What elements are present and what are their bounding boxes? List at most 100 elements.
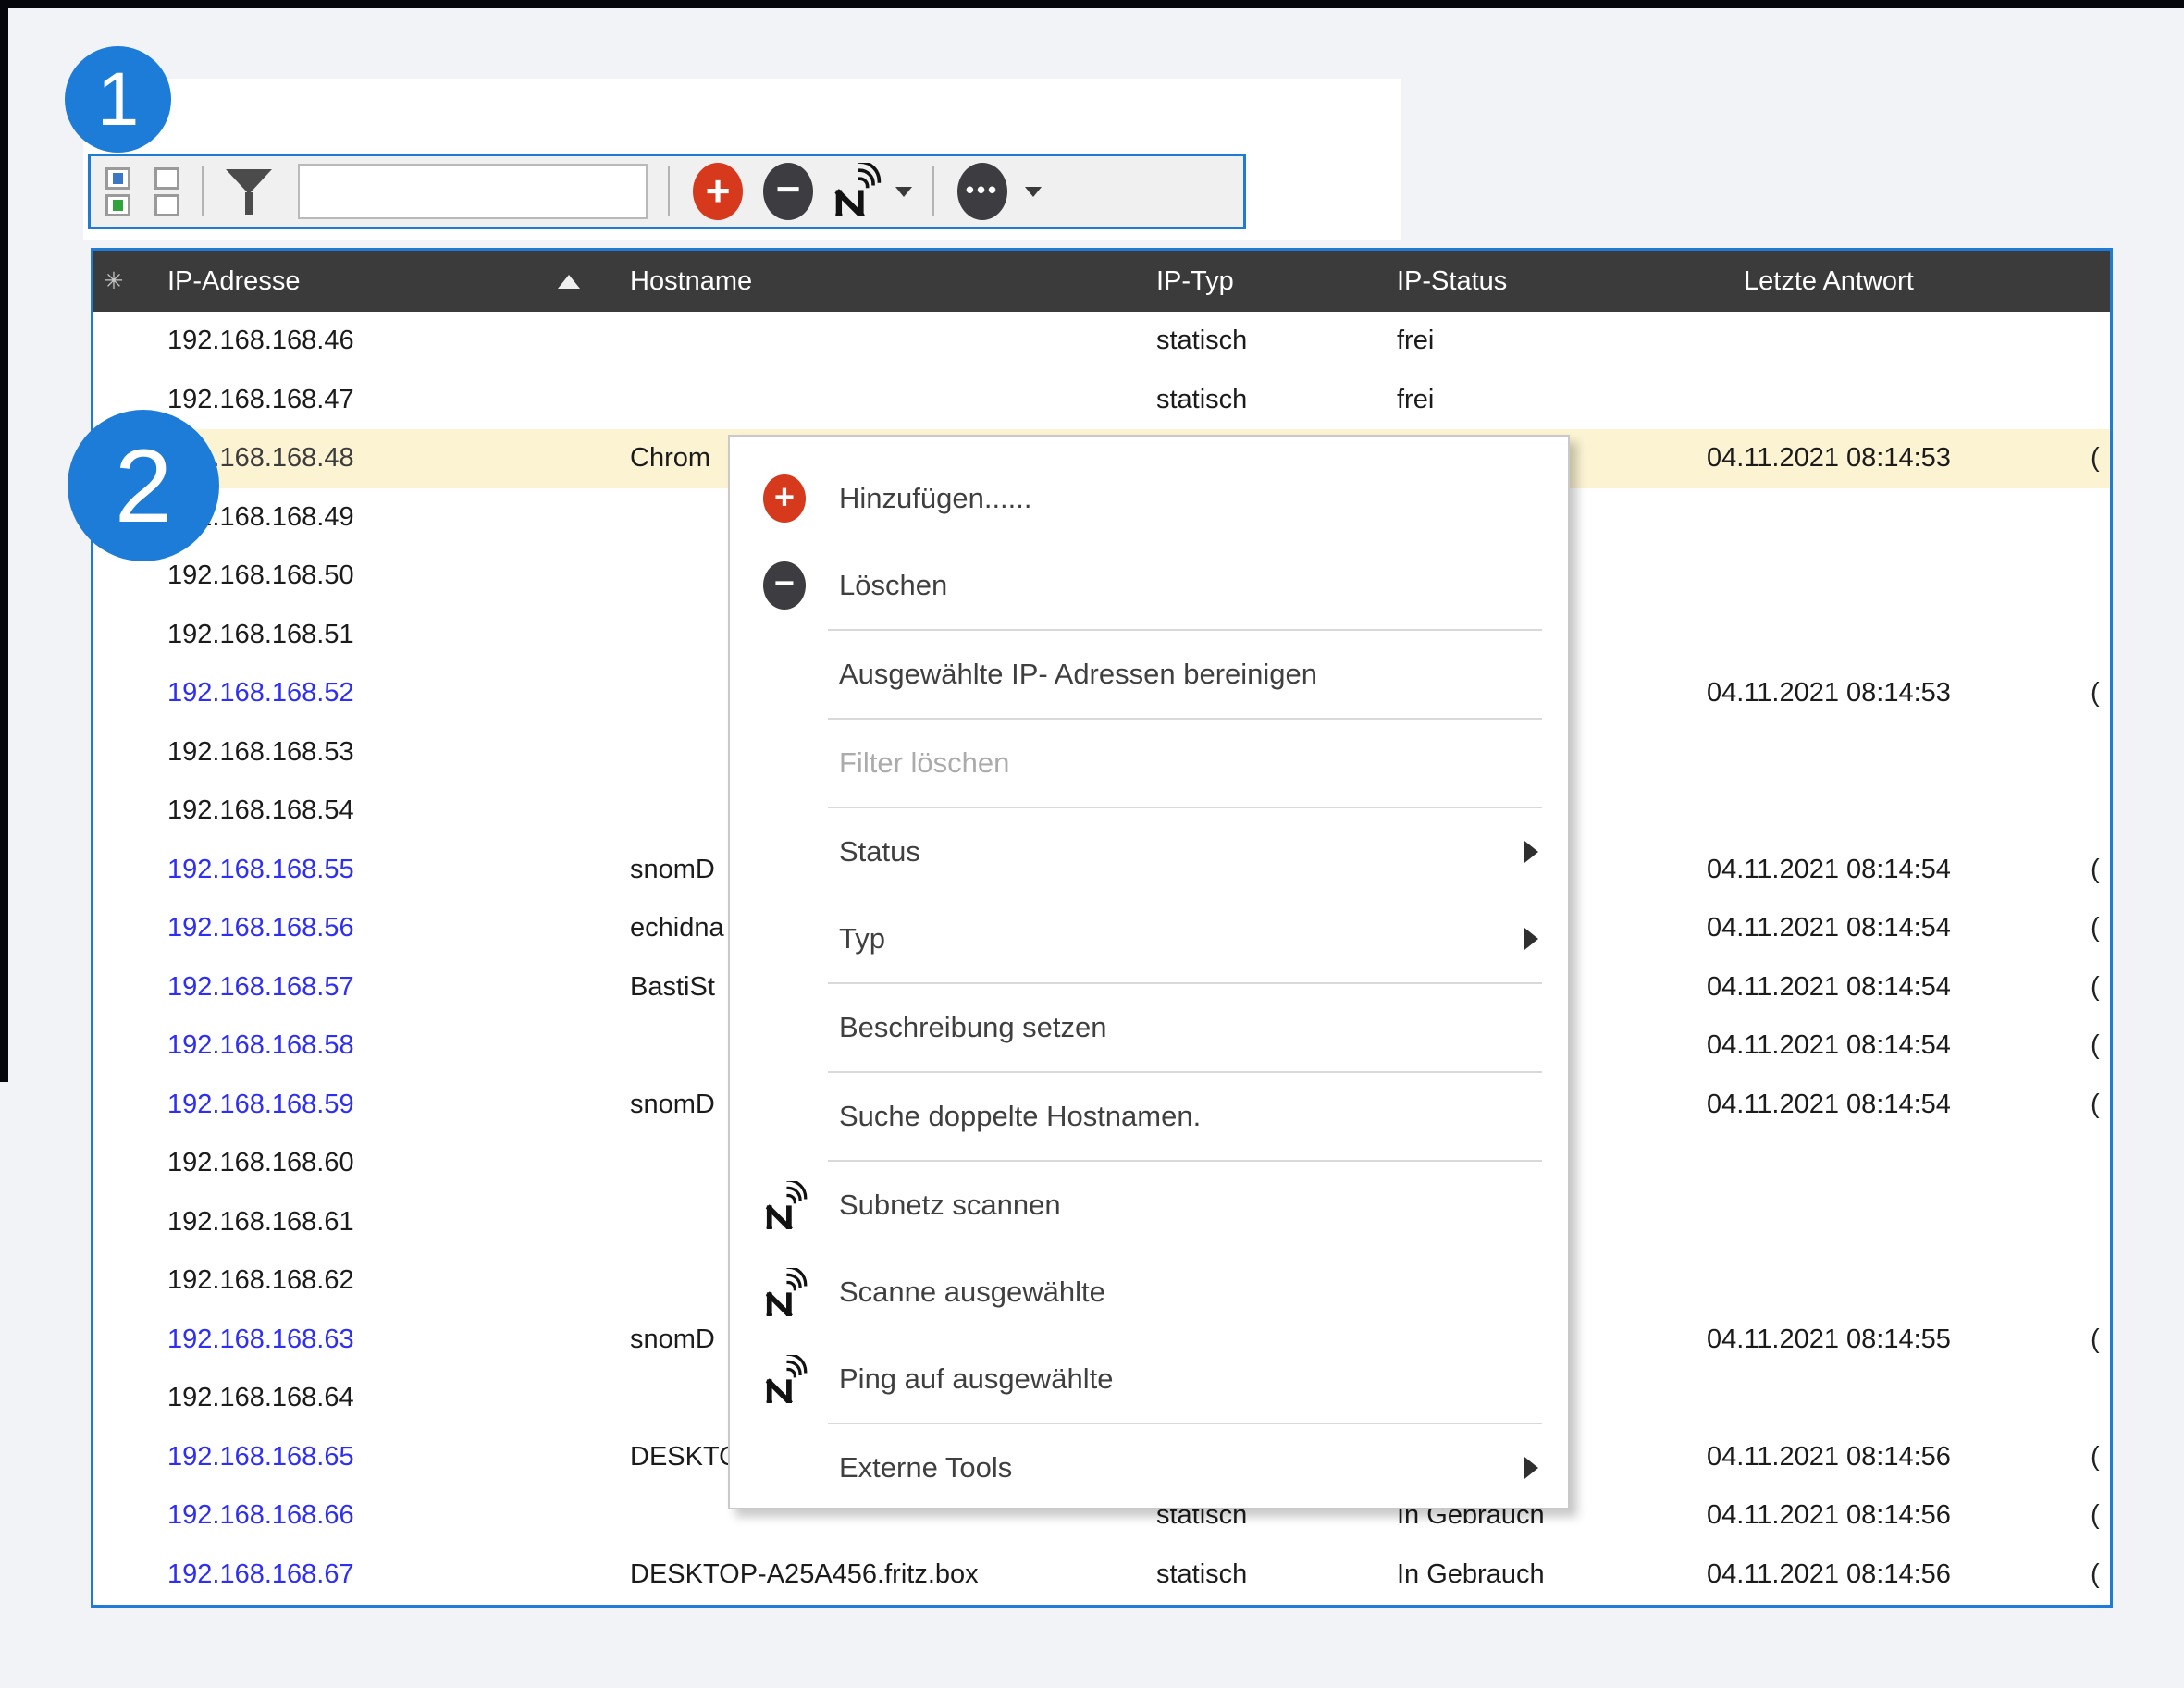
cell-ip-typ: statisch [1119,1559,1360,1590]
scan-dropdown-caret-icon[interactable] [895,187,912,197]
menu-item-externe-tools[interactable]: Externe Tools [730,1424,1568,1511]
menu-item-status[interactable]: Status [730,808,1568,895]
row-gutter [93,1095,134,1114]
callout-badge-1: 1 [65,46,171,153]
menu-item-filter-loeschen: Filter löschen [730,720,1568,807]
minus-icon: − [730,561,839,610]
menu-item-loeschen[interactable]: − Löschen [730,542,1568,629]
cell-ip-adresse: 192.168.168.52 [134,678,597,708]
menu-item-typ[interactable]: Typ [730,895,1568,982]
cell-ip-adresse: 192.168.168.50 [134,561,597,591]
submenu-arrow-icon [1524,928,1538,950]
cell-truncated: ( [2054,972,2110,1003]
row-gutter [93,1213,134,1231]
menu-item-beschreibung-setzen[interactable]: Beschreibung setzen [730,984,1568,1071]
cell-ip-adresse: 192.168.168.47 [134,385,597,415]
cell-letzte-antwort: 04.11.2021 08:14:54 [1665,1090,2054,1120]
menu-item-subnetz-scannen[interactable]: Subnetz scannen [730,1162,1568,1249]
network-scan-icon [730,1355,839,1403]
row-commit-icon[interactable] [105,167,130,216]
cell-ip-adresse: 192.168.168.66 [134,1500,597,1531]
column-header-letzte-antwort[interactable]: Letzte Antwort [1665,266,2054,297]
minus-icon: − [776,167,801,210]
table-header: ✳ IP-Adresse Hostname IP-Typ IP-Status L… [93,251,2110,312]
menu-item-suche-doppelte-hostnamen[interactable]: Suche doppelte Hostnamen. [730,1073,1568,1160]
column-label: IP-Adresse [167,266,300,297]
callout-badge-2: 2 [68,410,219,561]
column-header-ip-typ[interactable]: IP-Typ [1119,266,1360,297]
filter-funnel-icon[interactable] [226,169,272,215]
row-gutter [93,1037,134,1055]
cell-letzte-antwort: 04.11.2021 08:14:54 [1665,972,2054,1003]
filter-input[interactable] [298,164,648,219]
table-row[interactable]: 192.168.168.47 statisch frei [93,371,2110,430]
column-header-ip-status[interactable]: IP-Status [1360,266,1665,297]
cell-letzte-antwort: 04.11.2021 08:14:54 [1665,1030,2054,1061]
cell-truncated: ( [2054,1559,2110,1590]
menu-item-label: Typ [839,922,885,955]
cell-truncated: ( [2054,1030,2110,1061]
column-header-hostname[interactable]: Hostname [597,266,1119,297]
network-scan-icon [730,1181,839,1229]
row-gutter [93,332,134,351]
cell-letzte-antwort: 04.11.2021 08:14:54 [1665,913,2054,943]
menu-item-label: Suche doppelte Hostnamen. [839,1100,1201,1133]
menu-item-label: Filter löschen [839,746,1009,780]
cell-ip-adresse: 192.168.168.63 [134,1325,597,1355]
more-options-button[interactable]: ••• [957,163,1007,220]
menu-item-label: Scanne ausgewählte [839,1275,1105,1309]
cell-truncated: ( [2054,1090,2110,1120]
frame-top-border [0,0,2184,8]
menu-item-ip-adressen-bereinigen[interactable]: Ausgewählte IP- Adressen bereinigen [730,631,1568,718]
row-gutter [93,1507,134,1525]
submenu-arrow-icon [1524,841,1538,863]
cell-truncated: ( [2054,1325,2110,1355]
cell-letzte-antwort: 04.11.2021 08:14:53 [1665,443,2054,474]
ellipsis-icon: ••• [966,178,999,202]
row-gutter [93,390,134,409]
cell-ip-adresse: 192.168.168.62 [134,1265,597,1296]
more-dropdown-caret-icon[interactable] [1025,187,1042,197]
cell-hostname: DESKTOP-A25A456.fritz.box [597,1559,1119,1590]
menu-item-scanne-ausgewaehlte[interactable]: Scanne ausgewählte [730,1249,1568,1336]
menu-item-label: Ping auf ausgewählte [839,1362,1113,1396]
add-ip-button[interactable]: + [693,163,743,220]
cell-ip-adresse: 192.168.168.56 [134,913,597,943]
menu-item-label: Löschen [839,569,947,602]
cell-ip-adresse: 192.168.168.59 [134,1090,597,1120]
context-menu: + Hinzufügen...... − Löschen Ausgewählte… [728,435,1570,1509]
row-select-icon[interactable] [154,167,179,216]
column-header-ip-adresse[interactable]: IP-Adresse [134,266,597,297]
network-scan-icon [730,1268,839,1316]
cell-truncated: ( [2054,678,2110,708]
table-row[interactable]: 192.168.168.46 statisch frei [93,312,2110,371]
cell-truncated: ( [2054,855,2110,885]
row-gutter [93,1272,134,1290]
network-scan-button[interactable] [829,163,882,221]
toolbar: + − ••• [88,154,1246,229]
cell-ip-typ: statisch [1119,326,1360,356]
cell-ip-adresse: 192.168.168.58 [134,1030,597,1061]
cell-ip-adresse: 192.168.168.61 [134,1207,597,1238]
delete-ip-button[interactable]: − [763,163,813,220]
menu-item-label: Externe Tools [839,1451,1012,1485]
cell-ip-adresse: 192.168.168.57 [134,972,597,1003]
menu-item-label: Beschreibung setzen [839,1011,1107,1044]
row-gutter [93,1389,134,1408]
frame-left-border [0,0,8,1082]
table-row[interactable]: 192.168.168.67 DESKTOP-A25A456.fritz.box… [93,1546,2110,1605]
menu-item-label: Hinzufügen...... [839,482,1032,515]
menu-item-label: Ausgewählte IP- Adressen bereinigen [839,658,1317,691]
network-scan-icon [829,163,882,216]
menu-item-hinzufuegen[interactable]: + Hinzufügen...... [730,455,1568,542]
row-gutter [93,625,134,644]
row-gutter [93,567,134,585]
header-gutter: ✳ [93,267,134,295]
menu-item-label: Status [839,835,920,869]
menu-item-ping-auf-ausgewaehlte[interactable]: Ping auf ausgewählte [730,1336,1568,1423]
toolbar-separator [202,166,204,216]
menu-item-label: Subnetz scannen [839,1189,1061,1222]
row-gutter [93,1330,134,1349]
cell-ip-adresse: 192.168.168.65 [134,1442,597,1472]
plus-icon: + [730,474,839,523]
